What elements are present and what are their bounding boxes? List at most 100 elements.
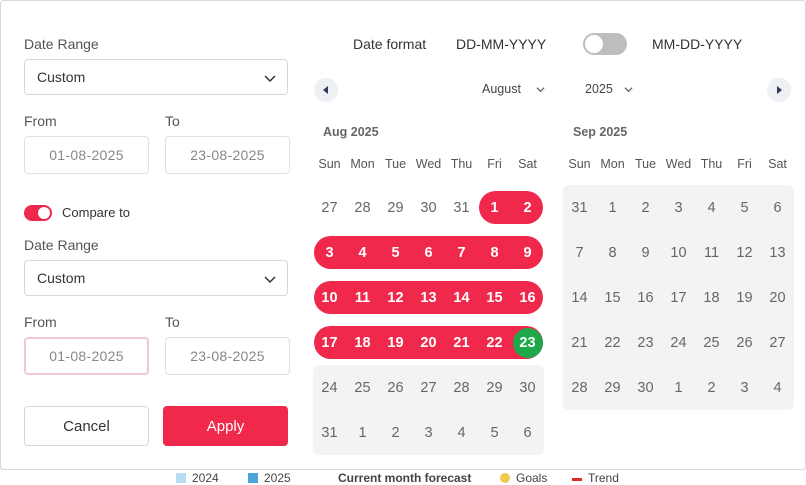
calendar-day[interactable]: 2 (695, 365, 728, 410)
calendar-day[interactable]: 10 (313, 275, 346, 320)
calendar-day[interactable]: 5 (728, 185, 761, 230)
calendar-day[interactable]: 26 (379, 365, 412, 410)
calendar-day[interactable]: 13 (761, 230, 794, 275)
calendar-day[interactable]: 18 (695, 275, 728, 320)
calendar-week: 7 8 9 10 11 12 13 (563, 230, 794, 275)
calendar-day[interactable]: 2 (379, 410, 412, 455)
calendar-day[interactable]: 3 (313, 230, 346, 275)
calendar-day[interactable]: 8 (596, 230, 629, 275)
calendar-day[interactable]: 9 (511, 230, 544, 275)
calendar-day[interactable]: 30 (511, 365, 544, 410)
calendar-day[interactable]: 21 (563, 320, 596, 365)
year-select[interactable]: 2025 (585, 82, 634, 96)
weekday-label: Thu (700, 157, 723, 171)
calendar-day[interactable]: 14 (445, 275, 478, 320)
month-select[interactable]: August (482, 82, 546, 96)
compare-to-date-input[interactable]: 23-08-2025 (165, 337, 290, 375)
from-label: From (24, 113, 57, 129)
calendar-day[interactable]: 4 (695, 185, 728, 230)
calendar-day[interactable]: 8 (478, 230, 511, 275)
calendar-day[interactable]: 7 (563, 230, 596, 275)
calendar-day[interactable]: 1 (478, 185, 511, 230)
from-date-input[interactable]: 01-08-2025 (24, 136, 149, 174)
calendar-day[interactable]: 14 (563, 275, 596, 320)
calendar-day[interactable]: 2 (511, 185, 544, 230)
calendar-day[interactable]: 24 (662, 320, 695, 365)
calendar-day[interactable]: 3 (728, 365, 761, 410)
calendar-day[interactable]: 5 (478, 410, 511, 455)
calendar-day[interactable]: 28 (563, 365, 596, 410)
calendar-day[interactable]: 10 (662, 230, 695, 275)
calendar-day[interactable]: 13 (412, 275, 445, 320)
compare-from-date-input[interactable]: 01-08-2025 (24, 337, 149, 375)
calendar-day[interactable]: 24 (313, 365, 346, 410)
cancel-button[interactable]: Cancel (24, 406, 149, 446)
date-format-toggle[interactable] (583, 33, 627, 55)
date-range-select[interactable]: Custom (24, 59, 288, 95)
apply-button[interactable]: Apply (163, 406, 288, 446)
calendar-day[interactable]: 15 (596, 275, 629, 320)
calendar-day[interactable]: 25 (346, 365, 379, 410)
calendar-day[interactable]: 29 (478, 365, 511, 410)
calendar-day[interactable]: 31 (563, 185, 596, 230)
prev-month-button[interactable] (314, 78, 338, 102)
month-select-value: August (482, 82, 521, 96)
calendar-day[interactable]: 16 (511, 275, 544, 320)
calendar-day[interactable]: 5 (379, 230, 412, 275)
calendar-day[interactable]: 21 (445, 320, 478, 365)
calendar-day[interactable]: 22 (596, 320, 629, 365)
calendar-day[interactable]: 20 (412, 320, 445, 365)
calendar-day[interactable]: 17 (662, 275, 695, 320)
to-date-input[interactable]: 23-08-2025 (165, 136, 290, 174)
calendar-day[interactable]: 31 (313, 410, 346, 455)
calendar-day[interactable]: 19 (728, 275, 761, 320)
chevron-down-icon (624, 86, 633, 92)
calendar-day[interactable]: 11 (346, 275, 379, 320)
calendar-day[interactable]: 29 (379, 185, 412, 230)
format-option-dd-mm-yyyy[interactable]: DD-MM-YYYY (456, 36, 546, 52)
calendar-day[interactable]: 27 (412, 365, 445, 410)
calendar-day[interactable]: 28 (346, 185, 379, 230)
calendar-day[interactable]: 20 (761, 275, 794, 320)
calendar-day[interactable]: 19 (379, 320, 412, 365)
calendar-day[interactable]: 18 (346, 320, 379, 365)
weekday-header: Sun Mon Tue Wed Thu Fri Sat (563, 157, 794, 185)
calendar-day[interactable]: 4 (445, 410, 478, 455)
calendar-day[interactable]: 9 (629, 230, 662, 275)
calendar-day[interactable]: 7 (445, 230, 478, 275)
calendar-day[interactable]: 6 (412, 230, 445, 275)
next-month-button[interactable] (767, 78, 791, 102)
calendar-day[interactable]: 26 (728, 320, 761, 365)
format-option-mm-dd-yyyy[interactable]: MM-DD-YYYY (652, 36, 742, 52)
calendar-sep-2025: Sep 2025 Sun Mon Tue Wed Thu Fri Sat 31 1 2 3 4 5 6 7 8 9… (563, 125, 794, 410)
calendar-day[interactable]: 3 (412, 410, 445, 455)
calendar-day[interactable]: 30 (629, 365, 662, 410)
calendar-day[interactable]: 27 (761, 320, 794, 365)
calendar-day[interactable]: 12 (728, 230, 761, 275)
calendar-day[interactable]: 22 (478, 320, 511, 365)
calendar-day[interactable]: 25 (695, 320, 728, 365)
calendar-day[interactable]: 11 (695, 230, 728, 275)
calendar-day[interactable]: 12 (379, 275, 412, 320)
calendar-day[interactable]: 4 (761, 365, 794, 410)
calendar-day[interactable]: 2 (629, 185, 662, 230)
calendar-day[interactable]: 6 (761, 185, 794, 230)
calendar-day[interactable]: 15 (478, 275, 511, 320)
calendar-day[interactable]: 3 (662, 185, 695, 230)
calendar-day[interactable]: 17 (313, 320, 346, 365)
calendar-day[interactable]: 1 (662, 365, 695, 410)
calendar-day[interactable]: 1 (596, 185, 629, 230)
calendar-day[interactable]: 29 (596, 365, 629, 410)
calendar-day[interactable]: 16 (629, 275, 662, 320)
compare-toggle[interactable] (24, 205, 52, 221)
calendar-day[interactable]: 23 (629, 320, 662, 365)
calendar-day[interactable]: 31 (445, 185, 478, 230)
calendar-day[interactable]: 6 (511, 410, 544, 455)
calendar-day[interactable]: 4 (346, 230, 379, 275)
calendar-day[interactable]: 28 (445, 365, 478, 410)
calendar-day[interactable]: 30 (412, 185, 445, 230)
calendar-day[interactable]: 23 (511, 320, 544, 365)
compare-range-select[interactable]: Custom (24, 260, 288, 296)
calendar-day[interactable]: 27 (313, 185, 346, 230)
calendar-day[interactable]: 1 (346, 410, 379, 455)
